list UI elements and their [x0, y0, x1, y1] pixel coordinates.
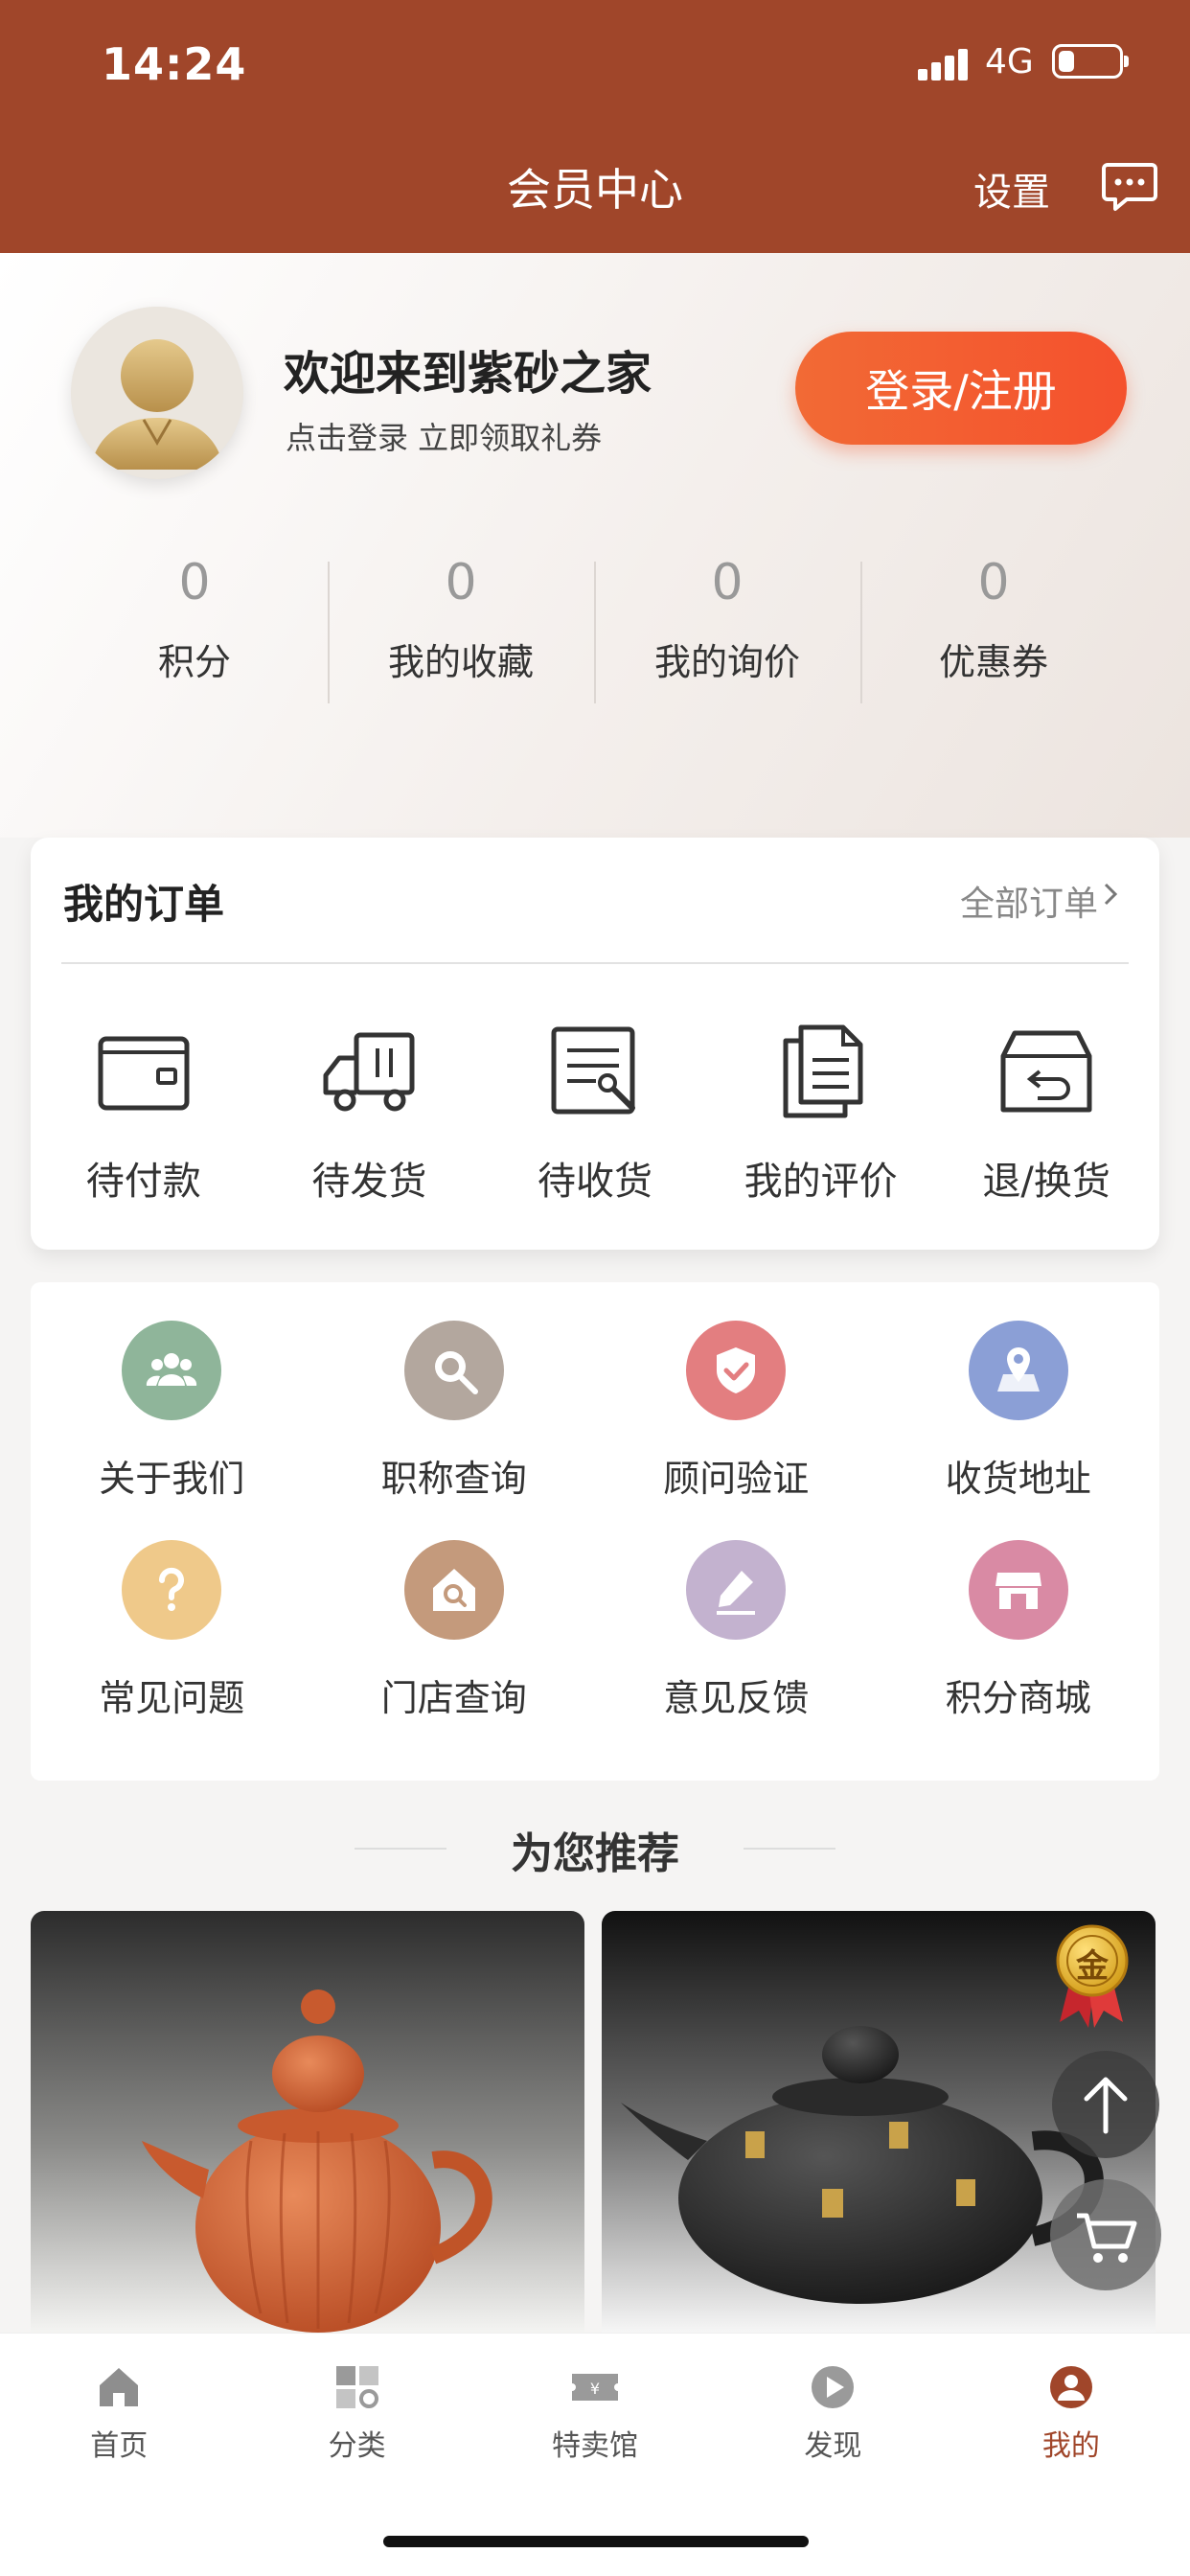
stat-value: 0 [977, 554, 1010, 611]
order-label: 退/换货 [982, 1160, 1110, 1204]
product-badge: 金 [1076, 1947, 1109, 1986]
edit-icon [686, 1540, 787, 1640]
member-center-screen: 14:24 4G 会员中心 设置 欢迎来到紫砂之家 点击登录 立即领取礼券 登录… [0, 0, 1190, 2576]
service-label: 职称查询 [380, 1458, 527, 1500]
return-box-icon [1000, 1030, 1092, 1113]
service-label: 顾问验证 [663, 1458, 810, 1500]
divider [61, 962, 1129, 964]
product-card-orange-teapot[interactable] [31, 1911, 584, 2333]
settings-button[interactable]: 设置 [973, 161, 1050, 217]
service-shipping-address[interactable]: 收货地址 [878, 1321, 1160, 1502]
sale-ticket-icon: ¥ [572, 2374, 619, 2401]
receipt-icon [551, 1026, 635, 1115]
welcome-subtitle[interactable]: 点击登录 立即领取礼券 [286, 414, 602, 458]
orange-teapot-image [31, 1911, 584, 2333]
service-points-mall[interactable]: 积分商城 [878, 1540, 1160, 1721]
review-doc-icon [783, 1024, 863, 1118]
tab-label: 我的 [1041, 2429, 1100, 2463]
tab-home[interactable]: 首页 [0, 2334, 238, 2506]
battery-level [1059, 51, 1074, 72]
arrow-up-icon [1084, 2077, 1128, 2134]
order-label: 我的评价 [744, 1160, 898, 1204]
svg-text:¥: ¥ [590, 2380, 600, 2398]
service-advisor-verify[interactable]: 顾问验证 [595, 1321, 878, 1502]
service-store-lookup[interactable]: 门店查询 [313, 1540, 596, 1721]
chevron-right-icon [1104, 883, 1118, 906]
question-icon [122, 1540, 222, 1640]
service-label: 关于我们 [99, 1458, 245, 1500]
order-pending-shipment[interactable]: 待发货 [257, 1020, 483, 1206]
tab-discover[interactable]: 发现 [714, 2334, 951, 2506]
service-label: 积分商城 [945, 1677, 1091, 1719]
recommend-title: 为您推荐 [511, 1829, 679, 1878]
service-label: 意见反馈 [663, 1677, 810, 1719]
cart-button[interactable] [1050, 2179, 1161, 2290]
cart-icon [1077, 2213, 1137, 2263]
network-label: 4G [985, 42, 1034, 81]
service-feedback[interactable]: 意见反馈 [595, 1540, 878, 1721]
tab-label: 分类 [328, 2429, 386, 2463]
wallet-icon [98, 1036, 190, 1111]
services-grid-card: 关于我们 职称查询 顾问验证 收货地址 常见问题 门店查询 意见反馈 积分商城 [31, 1282, 1159, 1781]
welcome-title: 欢迎来到紫砂之家 [284, 347, 652, 401]
all-orders-link[interactable]: 全部订单 [960, 876, 1098, 926]
search-icon [403, 1321, 504, 1420]
stat-value: 0 [711, 554, 744, 611]
user-avatar-icon[interactable] [71, 307, 243, 479]
stat-label: 我的收藏 [387, 641, 534, 683]
group-icon [122, 1321, 222, 1420]
shop-icon [968, 1540, 1068, 1640]
home-indicator [383, 2536, 809, 2547]
login-register-button[interactable]: 登录/注册 [795, 332, 1127, 445]
category-icon [335, 2366, 378, 2408]
location-icon [968, 1321, 1068, 1420]
store-search-icon [403, 1540, 504, 1640]
tab-label: 特卖馆 [552, 2429, 639, 2463]
stat-label: 优惠券 [938, 641, 1048, 683]
divider [744, 1848, 835, 1850]
battery-icon [1052, 44, 1129, 79]
orders-title: 我的订单 [63, 881, 225, 928]
service-label: 常见问题 [99, 1677, 245, 1719]
stat-coupons[interactable]: 0 优惠券 [860, 552, 1127, 703]
signal-icon [918, 48, 970, 80]
service-about-us[interactable]: 关于我们 [31, 1321, 313, 1502]
service-faq[interactable]: 常见问题 [31, 1540, 313, 1721]
profile-section: 欢迎来到紫砂之家 点击登录 立即领取礼券 登录/注册 0 积分 0 我的收藏 0… [0, 253, 1190, 838]
stat-value: 0 [178, 554, 211, 611]
order-my-reviews[interactable]: 我的评价 [708, 1020, 934, 1206]
header-bar: 14:24 4G 会员中心 设置 [0, 0, 1190, 253]
stat-inquiries[interactable]: 0 我的询价 [594, 552, 860, 703]
play-icon [812, 2366, 855, 2408]
order-status-row: 待付款 待发货 待收货 我的评价 退/换货 [31, 1020, 1159, 1206]
order-label: 待收货 [537, 1160, 652, 1204]
tab-mine[interactable]: 我的 [952, 2334, 1190, 2506]
stat-label: 我的询价 [653, 641, 800, 683]
service-title-lookup[interactable]: 职称查询 [313, 1321, 596, 1502]
shield-check-icon [686, 1321, 787, 1420]
profile-icon [1049, 2366, 1092, 2408]
home-icon [100, 2368, 139, 2406]
order-pending-payment[interactable]: 待付款 [31, 1020, 257, 1206]
stat-value: 0 [445, 554, 477, 611]
tab-category[interactable]: 分类 [238, 2334, 475, 2506]
stat-points[interactable]: 0 积分 [61, 552, 328, 698]
service-label: 收货地址 [945, 1458, 1091, 1500]
scroll-to-top-button[interactable] [1052, 2051, 1159, 2158]
tab-label: 发现 [804, 2429, 862, 2463]
order-pending-receipt[interactable]: 待收货 [482, 1020, 708, 1206]
status-time: 14:24 [102, 38, 247, 90]
order-label: 待付款 [85, 1160, 201, 1204]
order-returns[interactable]: 退/换货 [933, 1020, 1159, 1206]
stats-row: 0 积分 0 我的收藏 0 我的询价 0 优惠券 [61, 552, 1127, 703]
stat-label: 积分 [157, 641, 231, 683]
chat-bubble-icon[interactable] [1102, 159, 1157, 215]
truck-icon [323, 1032, 415, 1112]
tab-sale-hall[interactable]: ¥ 特卖馆 [476, 2334, 714, 2506]
orders-card: 我的订单 全部订单 待付款 待发货 待收货 我的评价 退/换货 [31, 838, 1159, 1250]
tab-label: 首页 [90, 2429, 149, 2463]
order-label: 待发货 [311, 1160, 427, 1204]
service-label: 门店查询 [380, 1677, 527, 1719]
stat-favorites[interactable]: 0 我的收藏 [328, 552, 594, 703]
